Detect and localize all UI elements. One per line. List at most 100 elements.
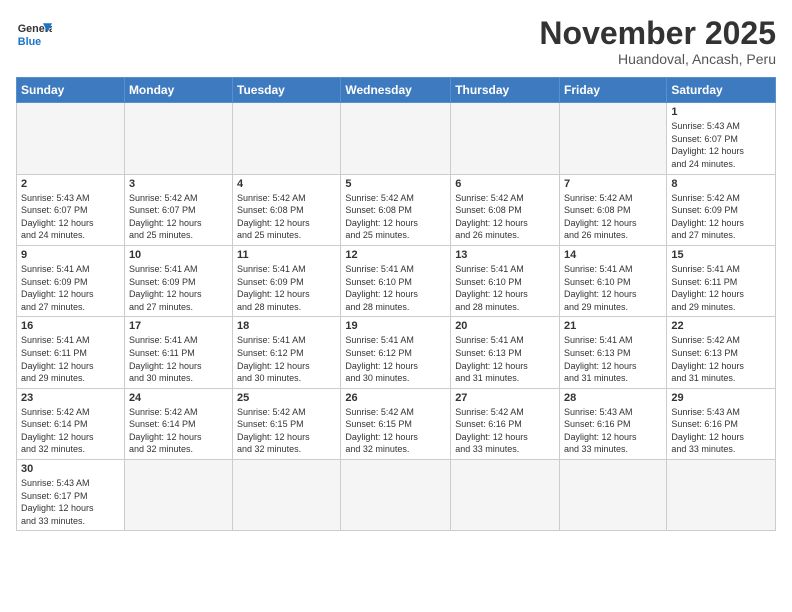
day-number: 11 [237, 249, 336, 261]
location-title: Huandoval, Ancash, Peru [539, 51, 776, 67]
calendar-day-cell: 22Sunrise: 5:42 AM Sunset: 6:13 PM Dayli… [667, 317, 776, 388]
calendar-day-cell [341, 460, 451, 531]
calendar-day-cell: 4 Sunrise: 5:42 AM Sunset: 6:08 PM Daylig… [233, 174, 341, 245]
day-info: Sunrise: 5:41 AM Sunset: 6:11 PM Dayligh… [671, 263, 771, 313]
calendar-day-header: Friday [560, 78, 667, 103]
day-info: Sunrise: 5:41 AM Sunset: 6:10 PM Dayligh… [564, 263, 662, 313]
day-number: 27 [455, 392, 555, 404]
day-info: Sunrise: 5:41 AM Sunset: 6:10 PM Dayligh… [455, 263, 555, 313]
calendar-day-cell: 30Sunrise: 5:43 AM Sunset: 6:17 PM Dayli… [17, 460, 125, 531]
generalblue-logo-icon: General Blue [16, 16, 52, 52]
day-info: Sunrise: 5:41 AM Sunset: 6:12 PM Dayligh… [345, 334, 446, 384]
day-number: 16 [21, 320, 120, 332]
day-info: Sunrise: 5:43 AM Sunset: 6:07 PM Dayligh… [671, 120, 771, 170]
day-info: Sunrise: 5:41 AM Sunset: 6:09 PM Dayligh… [21, 263, 120, 313]
calendar-week-row: 2Sunrise: 5:43 AM Sunset: 6:07 PM Daylig… [17, 174, 776, 245]
calendar-week-row: 9 Sunrise: 5:41 AM Sunset: 6:09 PM Daylig… [17, 245, 776, 316]
calendar-day-cell: 26Sunrise: 5:42 AM Sunset: 6:15 PM Dayli… [341, 388, 451, 459]
day-number: 4 [237, 178, 336, 190]
calendar-day-cell [451, 460, 560, 531]
calendar-table: SundayMondayTuesdayWednesdayThursdayFrid… [16, 77, 776, 531]
calendar-day-cell [667, 460, 776, 531]
day-info: Sunrise: 5:43 AM Sunset: 6:17 PM Dayligh… [21, 477, 120, 527]
calendar-day-header: Thursday [451, 78, 560, 103]
day-info: Sunrise: 5:43 AM Sunset: 6:16 PM Dayligh… [671, 406, 771, 456]
day-info: Sunrise: 5:41 AM Sunset: 6:10 PM Dayligh… [345, 263, 446, 313]
day-info: Sunrise: 5:42 AM Sunset: 6:08 PM Dayligh… [237, 192, 336, 242]
day-number: 19 [345, 320, 446, 332]
day-number: 1 [671, 106, 771, 118]
calendar-day-cell [124, 460, 232, 531]
day-number: 18 [237, 320, 336, 332]
day-number: 10 [129, 249, 228, 261]
day-info: Sunrise: 5:41 AM Sunset: 6:09 PM Dayligh… [129, 263, 228, 313]
calendar-day-cell: 24 Sunrise: 5:42 AM Sunset: 6:14 PM Dayli… [124, 388, 232, 459]
calendar-day-header: Monday [124, 78, 232, 103]
day-info: Sunrise: 5:42 AM Sunset: 6:16 PM Dayligh… [455, 406, 555, 456]
day-number: 25 [237, 392, 336, 404]
day-number: 24 [129, 392, 228, 404]
day-number: 7 [564, 178, 662, 190]
calendar-day-cell [451, 103, 560, 174]
day-info: Sunrise: 5:42 AM Sunset: 6:08 PM Dayligh… [564, 192, 662, 242]
day-number: 21 [564, 320, 662, 332]
calendar-day-cell: 5Sunrise: 5:42 AM Sunset: 6:08 PM Daylig… [341, 174, 451, 245]
page-header: General Blue November 2025 Huandoval, An… [16, 16, 776, 67]
calendar-day-header: Sunday [17, 78, 125, 103]
calendar-day-cell: 13 Sunrise: 5:41 AM Sunset: 6:10 PM Dayli… [451, 245, 560, 316]
day-info: Sunrise: 5:42 AM Sunset: 6:14 PM Dayligh… [21, 406, 120, 456]
calendar-day-cell: 8 Sunrise: 5:42 AM Sunset: 6:09 PM Daylig… [667, 174, 776, 245]
calendar-day-cell: 12 Sunrise: 5:41 AM Sunset: 6:10 PM Dayli… [341, 245, 451, 316]
calendar-week-row: 1 Sunrise: 5:43 AM Sunset: 6:07 PM Daylig… [17, 103, 776, 174]
calendar-day-cell [341, 103, 451, 174]
calendar-header-row: SundayMondayTuesdayWednesdayThursdayFrid… [17, 78, 776, 103]
day-number: 20 [455, 320, 555, 332]
calendar-day-cell [124, 103, 232, 174]
day-number: 15 [671, 249, 771, 261]
calendar-day-cell: 29Sunrise: 5:43 AM Sunset: 6:16 PM Dayli… [667, 388, 776, 459]
day-number: 2 [21, 178, 120, 190]
calendar-day-cell [560, 103, 667, 174]
calendar-day-cell [233, 460, 341, 531]
calendar-day-cell [233, 103, 341, 174]
calendar-day-cell: 17Sunrise: 5:41 AM Sunset: 6:11 PM Dayli… [124, 317, 232, 388]
day-info: Sunrise: 5:42 AM Sunset: 6:09 PM Dayligh… [671, 192, 771, 242]
calendar-day-cell: 20 Sunrise: 5:41 AM Sunset: 6:13 PM Dayli… [451, 317, 560, 388]
day-info: Sunrise: 5:41 AM Sunset: 6:11 PM Dayligh… [129, 334, 228, 384]
calendar-day-cell [560, 460, 667, 531]
logo: General Blue [16, 16, 52, 52]
day-number: 9 [21, 249, 120, 261]
calendar-day-cell: 9 Sunrise: 5:41 AM Sunset: 6:09 PM Daylig… [17, 245, 125, 316]
calendar-day-cell: 2Sunrise: 5:43 AM Sunset: 6:07 PM Daylig… [17, 174, 125, 245]
calendar-day-cell: 7 Sunrise: 5:42 AM Sunset: 6:08 PM Daylig… [560, 174, 667, 245]
day-number: 3 [129, 178, 228, 190]
day-info: Sunrise: 5:42 AM Sunset: 6:15 PM Dayligh… [345, 406, 446, 456]
day-info: Sunrise: 5:42 AM Sunset: 6:15 PM Dayligh… [237, 406, 336, 456]
day-info: Sunrise: 5:41 AM Sunset: 6:13 PM Dayligh… [564, 334, 662, 384]
day-number: 22 [671, 320, 771, 332]
calendar-day-header: Saturday [667, 78, 776, 103]
day-info: Sunrise: 5:42 AM Sunset: 6:14 PM Dayligh… [129, 406, 228, 456]
day-number: 6 [455, 178, 555, 190]
day-number: 5 [345, 178, 446, 190]
calendar-day-cell: 18 Sunrise: 5:41 AM Sunset: 6:12 PM Dayli… [233, 317, 341, 388]
calendar-day-cell: 16Sunrise: 5:41 AM Sunset: 6:11 PM Dayli… [17, 317, 125, 388]
month-title: November 2025 [539, 16, 776, 51]
calendar-day-cell: 1 Sunrise: 5:43 AM Sunset: 6:07 PM Daylig… [667, 103, 776, 174]
day-info: Sunrise: 5:41 AM Sunset: 6:12 PM Dayligh… [237, 334, 336, 384]
day-info: Sunrise: 5:41 AM Sunset: 6:13 PM Dayligh… [455, 334, 555, 384]
calendar-day-cell: 3 Sunrise: 5:42 AM Sunset: 6:07 PM Daylig… [124, 174, 232, 245]
calendar-day-cell: 27 Sunrise: 5:42 AM Sunset: 6:16 PM Dayli… [451, 388, 560, 459]
calendar-day-cell: 21 Sunrise: 5:41 AM Sunset: 6:13 PM Dayli… [560, 317, 667, 388]
calendar-title-area: November 2025 Huandoval, Ancash, Peru [539, 16, 776, 67]
day-number: 12 [345, 249, 446, 261]
calendar-day-cell [17, 103, 125, 174]
calendar-day-cell: 14 Sunrise: 5:41 AM Sunset: 6:10 PM Dayli… [560, 245, 667, 316]
calendar-week-row: 23Sunrise: 5:42 AM Sunset: 6:14 PM Dayli… [17, 388, 776, 459]
day-number: 14 [564, 249, 662, 261]
day-number: 8 [671, 178, 771, 190]
day-info: Sunrise: 5:42 AM Sunset: 6:07 PM Dayligh… [129, 192, 228, 242]
day-number: 28 [564, 392, 662, 404]
day-info: Sunrise: 5:43 AM Sunset: 6:16 PM Dayligh… [564, 406, 662, 456]
day-number: 13 [455, 249, 555, 261]
